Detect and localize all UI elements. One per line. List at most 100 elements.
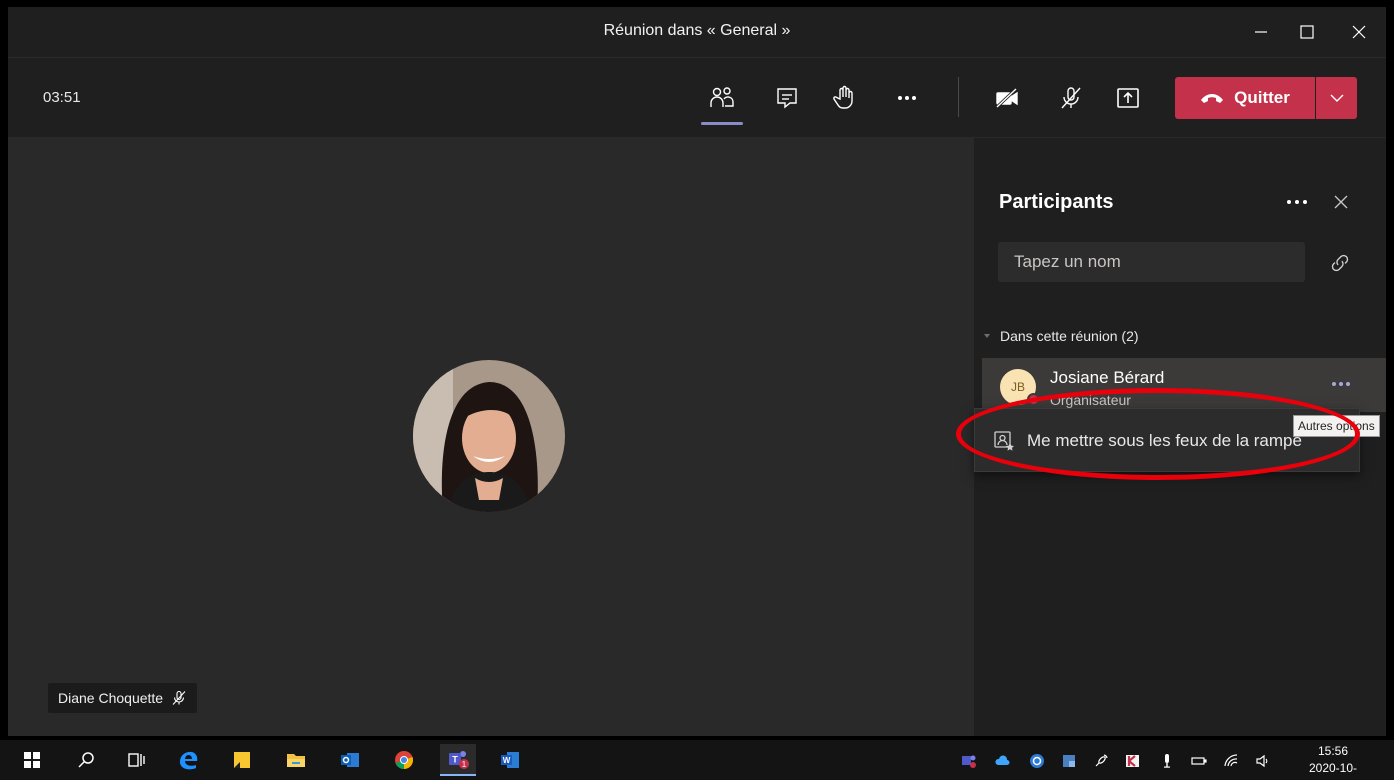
kaspersky-icon [1126, 755, 1139, 767]
taskbar-search-button[interactable] [68, 744, 104, 776]
clock-time: 15:56 [1317, 744, 1349, 758]
start-button[interactable] [14, 744, 50, 776]
participant-row-role: Organisateur [1050, 392, 1131, 408]
quit-meeting-button[interactable]: Quitter [1175, 77, 1315, 119]
teams-notification-count: 1 [462, 760, 467, 769]
close-window-button[interactable] [1334, 7, 1384, 57]
microphone-off-icon [1061, 87, 1081, 109]
more-options-tooltip: Autres options [1293, 415, 1380, 437]
camera-toggle-button[interactable] [987, 80, 1027, 116]
volume-tray-icon[interactable] [1254, 752, 1272, 770]
sync-icon [1030, 754, 1044, 768]
edge-icon [180, 751, 198, 770]
microphone-off-icon [172, 690, 186, 705]
antivirus-tray-icon[interactable] [1124, 752, 1142, 770]
camera-off-icon [995, 87, 1018, 109]
onedrive-tray-icon[interactable] [994, 752, 1012, 770]
toolbar-divider [958, 77, 959, 117]
meeting-timer: 03:51 [43, 89, 81, 106]
more-horizontal-icon [1332, 382, 1350, 386]
search-icon [78, 752, 94, 768]
panel-more-options-button[interactable] [1279, 188, 1315, 216]
minimize-button[interactable] [1236, 7, 1286, 57]
close-icon [1334, 195, 1348, 209]
outlook-icon [341, 753, 359, 767]
battery-tray-icon[interactable] [1190, 752, 1208, 770]
more-horizontal-icon [898, 96, 916, 100]
spotlight-icon [994, 431, 1014, 451]
chat-icon [777, 88, 797, 109]
close-panel-button[interactable] [1327, 188, 1355, 216]
maximize-icon [1300, 25, 1314, 39]
system-clock[interactable]: 15:56 2020-10-06 [1303, 743, 1363, 780]
caret-down-icon [984, 334, 990, 338]
maximize-button[interactable] [1282, 7, 1332, 57]
sticky-notes-taskbar-button[interactable] [224, 744, 260, 776]
section-label: Dans cette réunion (2) [1000, 328, 1139, 344]
microphone-toggle-button[interactable] [1051, 80, 1091, 116]
chrome-icon [395, 751, 414, 769]
active-tab-indicator [701, 122, 743, 125]
teams-tray-icon[interactable] [960, 752, 978, 770]
participant-name-tag: Diane Choquette [48, 683, 198, 713]
hang-up-icon [1201, 94, 1224, 103]
teams-window: Réunion dans « General » 03:51 Quitter D… [8, 7, 1386, 736]
shield-icon [1063, 755, 1075, 767]
update-tray-icon[interactable] [1028, 752, 1046, 770]
participant-row-name: Josiane Bérard [1050, 368, 1165, 387]
task-view-icon [128, 753, 145, 767]
meeting-toolbar: 03:51 Quitter [8, 57, 1386, 137]
word-taskbar-button[interactable]: W [492, 744, 528, 776]
participant-more-options-button[interactable] [1326, 372, 1356, 396]
participant-name: Diane Choquette [58, 690, 164, 706]
share-screen-button[interactable] [1108, 80, 1148, 116]
security-tray-icon[interactable] [1060, 752, 1078, 770]
task-view-button[interactable] [118, 744, 154, 776]
battery-icon [1191, 757, 1207, 765]
microphone-tray-icon[interactable] [1158, 752, 1176, 770]
participant-portrait-image [413, 360, 565, 512]
wifi-icon [1224, 754, 1238, 767]
file-explorer-taskbar-button[interactable] [278, 744, 314, 776]
speaker-icon [1256, 754, 1268, 768]
share-invite-link-button[interactable] [1329, 252, 1351, 274]
more-actions-button[interactable] [887, 80, 927, 116]
show-chat-button[interactable] [767, 80, 807, 116]
video-stage: Diane Choquette [8, 138, 974, 736]
sticky-notes-icon [234, 752, 250, 768]
svg-text:T: T [452, 755, 458, 765]
participants-panel: Participants Dans cette réunion (2) JB J… [974, 138, 1386, 736]
word-icon: W [501, 752, 519, 768]
clock-date: 2020-10-06 [1308, 761, 1358, 780]
teams-icon [962, 755, 976, 768]
participant-row[interactable]: JB Josiane Bérard Organisateur [982, 358, 1386, 412]
in-meeting-section-toggle[interactable]: Dans cette réunion (2) [982, 328, 1139, 344]
satellite-icon [1095, 754, 1108, 767]
spotlight-label: Me mettre sous les feux de la rampe [1027, 431, 1302, 450]
quit-label: Quitter [1234, 88, 1290, 107]
windows-taskbar: T1 W 15:56 2020-10-06 [0, 740, 1394, 780]
participants-icon [710, 87, 734, 107]
show-participants-button[interactable] [702, 80, 742, 116]
panel-title: Participants [999, 191, 1114, 213]
outlook-taskbar-button[interactable] [332, 744, 368, 776]
edge-taskbar-button[interactable] [170, 744, 206, 776]
participant-search-input[interactable] [998, 242, 1305, 282]
chevron-down-icon [1330, 94, 1343, 102]
wifi-tray-icon[interactable] [1222, 752, 1240, 770]
status-badge [1027, 393, 1040, 406]
windows-logo-icon [24, 752, 40, 768]
svg-text:W: W [503, 756, 511, 765]
microphone-icon [1164, 754, 1170, 768]
teams-taskbar-button[interactable]: T1 [440, 744, 476, 776]
more-horizontal-icon [1287, 200, 1307, 204]
quit-options-button[interactable] [1316, 77, 1357, 119]
minimize-icon [1255, 31, 1267, 33]
participant-photo [413, 360, 565, 512]
share-screen-icon [1117, 88, 1139, 108]
network-tray-icon[interactable] [1092, 752, 1110, 770]
window-title: Réunion dans « General » [603, 22, 791, 39]
link-icon [1331, 254, 1349, 272]
chrome-taskbar-button[interactable] [386, 744, 422, 776]
raise-hand-button[interactable] [825, 80, 865, 116]
